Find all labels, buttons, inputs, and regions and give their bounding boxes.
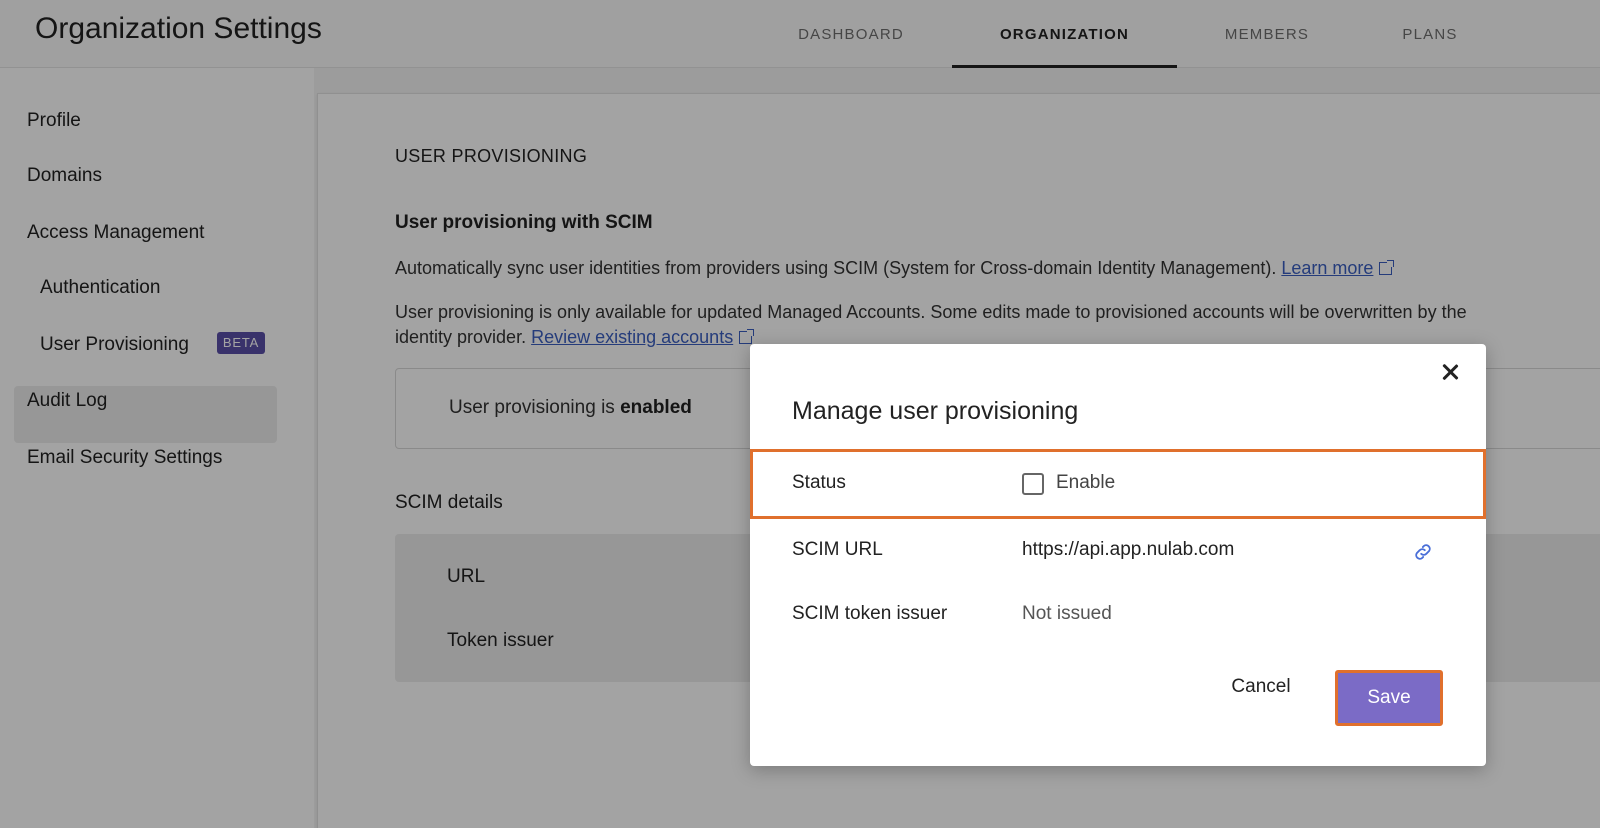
close-icon[interactable] <box>1438 360 1462 384</box>
scim-token-label: SCIM token issuer <box>792 603 948 624</box>
scim-token-row: SCIM token issuer Not issued <box>750 583 1486 647</box>
scim-token-value: Not issued <box>1022 603 1112 624</box>
scim-url-row: SCIM URL https://api.app.nulab.com <box>750 519 1486 583</box>
status-row: Status Enable <box>750 449 1486 519</box>
enable-label[interactable]: Enable <box>1056 472 1115 494</box>
link-icon[interactable] <box>1412 541 1434 563</box>
manage-provisioning-dialog: Manage user provisioning Status Enable S… <box>750 344 1486 766</box>
cancel-button[interactable]: Cancel <box>1208 662 1314 712</box>
scim-url-value: https://api.app.nulab.com <box>1022 539 1235 560</box>
save-button[interactable]: Save <box>1335 670 1443 726</box>
enable-checkbox[interactable] <box>1022 473 1044 495</box>
status-label: Status <box>792 472 846 493</box>
scim-url-label: SCIM URL <box>792 539 883 560</box>
dialog-title: Manage user provisioning <box>792 397 1079 425</box>
